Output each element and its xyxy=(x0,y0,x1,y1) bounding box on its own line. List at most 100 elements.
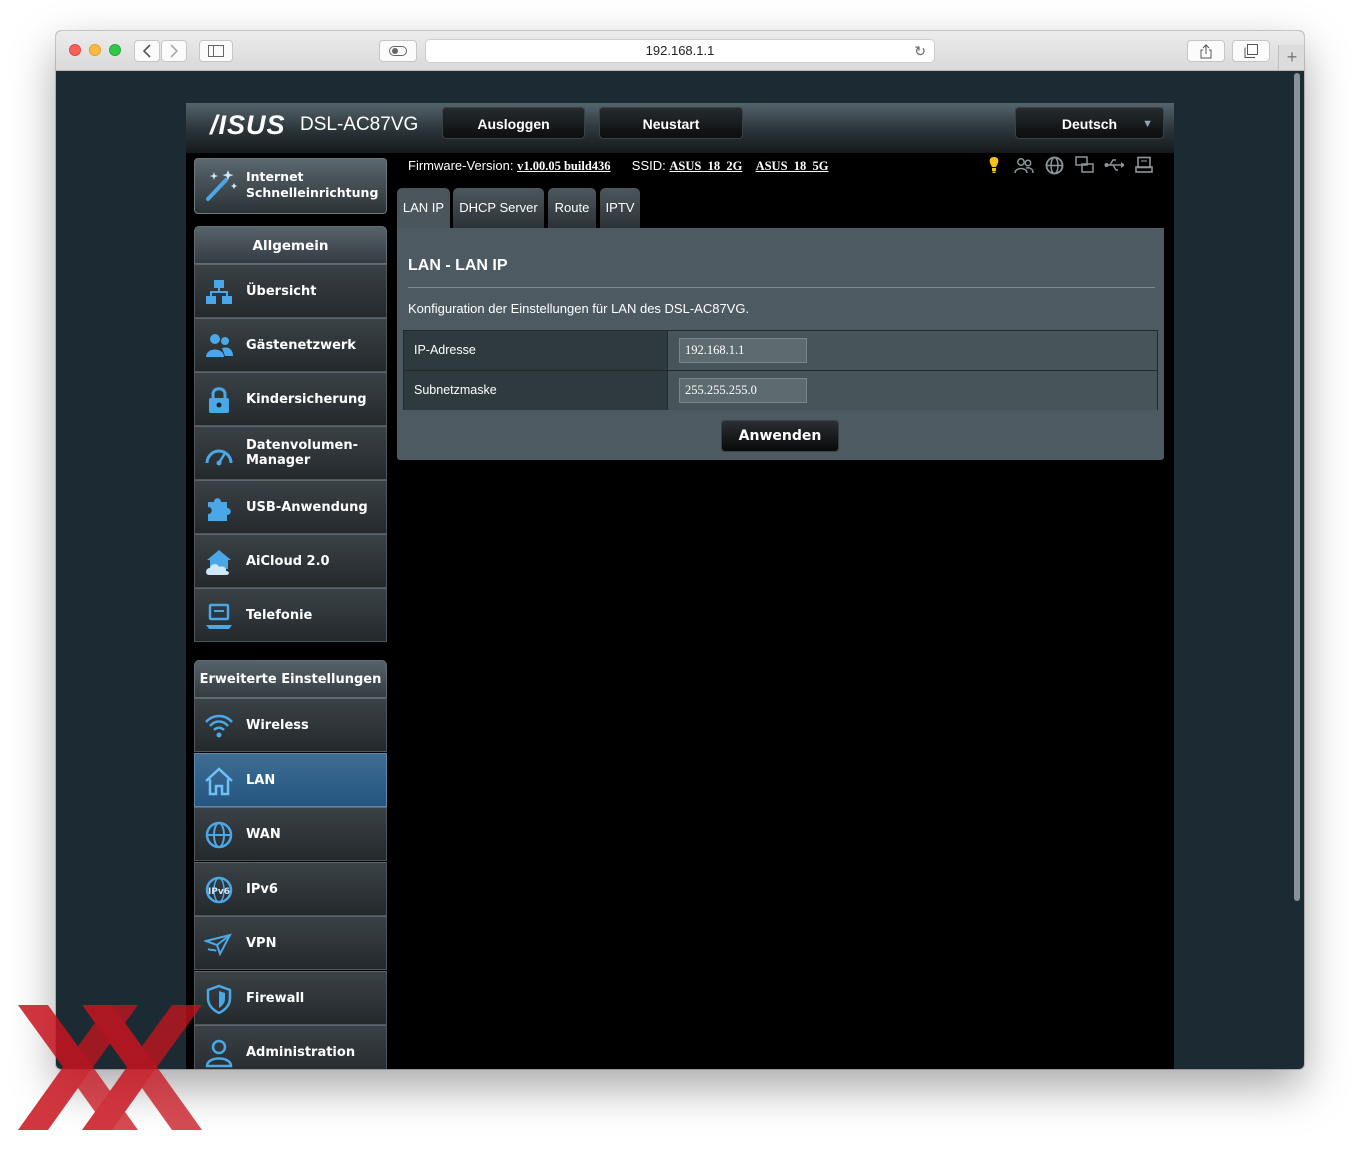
sidebar-item-label: Gästenetzwerk xyxy=(246,337,356,353)
sidebar-item-usb-application[interactable]: USB-Anwendung xyxy=(194,480,387,534)
firmware-link[interactable]: v1.00.05 build436 xyxy=(517,159,610,173)
router-page: /ISUS DSL-AC87VG Ausloggen Neustart Deut… xyxy=(186,103,1174,1069)
table-row: Subnetzmaske 255.255.255.0 xyxy=(404,371,1157,410)
browser-toolbar: 192.168.1.1 ↻ + xyxy=(56,31,1304,71)
vertical-scrollbar[interactable] xyxy=(1294,73,1300,901)
quick-internet-setup-button[interactable]: Internet Schnelleinrichtung xyxy=(194,158,387,214)
table-row: IP-Adresse 192.168.1.1 xyxy=(404,331,1157,371)
quick-setup-label-line2: Schnelleinrichtung xyxy=(246,185,379,200)
printer-icon[interactable] xyxy=(1134,155,1154,175)
gauge-icon xyxy=(205,449,233,466)
sidebar-item-label: VPN xyxy=(246,935,277,951)
sidebar-toggle-button[interactable] xyxy=(199,40,233,62)
sidebar-item-administration[interactable]: Administration xyxy=(194,1025,387,1069)
sidebar-item-telephony[interactable]: Telefonie xyxy=(194,588,387,642)
clients-icon[interactable] xyxy=(1014,155,1034,175)
back-button[interactable] xyxy=(134,40,160,62)
sidebar-item-lan[interactable]: LAN xyxy=(194,753,387,807)
tab-lan-ip[interactable]: LAN IP xyxy=(397,188,450,228)
ssid-5g-link[interactable]: ASUS_18_5G xyxy=(756,159,829,173)
quick-setup-label-line1: Internet xyxy=(246,169,304,184)
sidebar-item-wireless[interactable]: Wireless xyxy=(194,698,387,752)
ip-address-cell: 192.168.1.1 xyxy=(668,331,1157,370)
url-text: 192.168.1.1 xyxy=(645,43,715,58)
sidebar-item-label: IPv6 xyxy=(246,881,278,897)
status-icons xyxy=(984,155,1154,175)
sidebar-item-label: Übersicht xyxy=(246,283,317,299)
lamp-icon[interactable] xyxy=(984,155,1004,175)
svg-text:IPv6: IPv6 xyxy=(208,887,230,897)
ip-address-input[interactable]: 192.168.1.1 xyxy=(679,338,807,363)
apply-button[interactable]: Anwenden xyxy=(721,420,839,452)
lock-icon xyxy=(209,387,229,413)
subnet-mask-cell: 255.255.255.0 xyxy=(668,371,1157,410)
settings-table: IP-Adresse 192.168.1.1 Subnetzmaske 255.… xyxy=(403,330,1158,410)
toggle-icon xyxy=(389,46,407,56)
asus-logo: /ISUS xyxy=(210,110,286,140)
vpn-icon xyxy=(204,933,232,957)
model-name: DSL-AC87VG xyxy=(300,114,419,135)
advanced-section-header: Erweiterte Einstellungen xyxy=(194,660,387,698)
chevron-right-icon xyxy=(170,44,179,58)
ip-address-label: IP-Adresse xyxy=(404,331,668,370)
share-icon xyxy=(1200,43,1212,58)
tabs-overview-button[interactable] xyxy=(1232,40,1270,62)
subnet-mask-input[interactable]: 255.255.255.0 xyxy=(679,378,807,403)
sidebar-item-label: Telefonie xyxy=(246,607,313,623)
logout-button[interactable]: Ausloggen xyxy=(442,107,585,139)
usb-icon[interactable] xyxy=(1104,155,1124,175)
zoom-window-button[interactable] xyxy=(109,44,121,56)
sidebar-icon xyxy=(208,45,224,57)
shield-icon xyxy=(206,984,232,1014)
sidebar-item-overview[interactable]: Übersicht xyxy=(194,264,387,318)
sidebar-item-label: Wireless xyxy=(246,717,309,733)
info-bar: Firmware-Version: v1.00.05 build436 SSID… xyxy=(408,158,829,174)
tab-iptv[interactable]: IPTV xyxy=(600,188,640,228)
minimize-window-button[interactable] xyxy=(89,44,101,56)
tab-route[interactable]: Route xyxy=(548,188,596,228)
address-bar[interactable]: 192.168.1.1 ↻ xyxy=(425,39,935,63)
reload-icon[interactable]: ↻ xyxy=(914,43,926,59)
tab-dhcp-server[interactable]: DHCP Server xyxy=(453,188,544,228)
puzzle-icon xyxy=(208,498,231,521)
traffic-manager-line2: Manager xyxy=(246,453,311,468)
sidebar-item-guest-network[interactable]: Gästenetzwerk xyxy=(194,318,387,372)
sidebar-item-label: LAN xyxy=(246,772,276,788)
wifi-icon xyxy=(205,714,233,738)
internet-globe-icon[interactable] xyxy=(1044,155,1064,175)
sidebar-item-aicloud[interactable]: AiCloud 2.0 xyxy=(194,534,387,588)
network-map-icon[interactable] xyxy=(1074,155,1094,175)
share-button[interactable] xyxy=(1187,40,1225,62)
page-description: Konfiguration der Einstellungen für LAN … xyxy=(408,301,750,316)
sidebar-item-wan[interactable]: WAN xyxy=(194,807,387,861)
sidebar-item-traffic-manager[interactable]: Datenvolumen- Manager xyxy=(194,426,387,480)
ssid-2g-link[interactable]: ASUS_18_2G xyxy=(669,159,742,173)
cloud-icon xyxy=(206,550,231,575)
user-icon xyxy=(205,1039,233,1068)
subnet-mask-label: Subnetzmaske xyxy=(404,371,668,410)
sidebar-item-label: Firewall xyxy=(246,990,305,1006)
magic-wand-icon xyxy=(206,170,237,201)
reboot-button[interactable]: Neustart xyxy=(599,107,743,139)
sidebar-item-firewall[interactable]: Firewall xyxy=(194,971,387,1025)
language-select[interactable]: Deutsch ▼ xyxy=(1015,107,1164,139)
reader-toggle-button[interactable] xyxy=(379,40,417,62)
sidebar-item-parental-control[interactable]: Kindersicherung xyxy=(194,372,387,426)
firmware-label: Firmware-Version: xyxy=(408,158,514,173)
globe-icon xyxy=(205,821,233,849)
sidebar-item-vpn[interactable]: VPN xyxy=(194,916,387,970)
content-panel: LAN - LAN IP Konfiguration der Einstellu… xyxy=(397,228,1164,460)
close-window-button[interactable] xyxy=(69,44,81,56)
sidebar-item-label: Datenvolumen- Manager xyxy=(246,427,358,479)
general-section-header: Allgemein xyxy=(194,226,387,264)
language-value: Deutsch xyxy=(1061,116,1118,132)
telephony-icon xyxy=(206,603,232,629)
ssid-label: SSID: xyxy=(631,158,666,173)
sidebar-item-label: Administration xyxy=(246,1044,356,1060)
home-icon xyxy=(205,767,233,796)
network-map-icon xyxy=(206,280,232,304)
sidebar-item-ipv6[interactable]: IPv6 IPv6 xyxy=(194,862,387,916)
forward-button[interactable] xyxy=(161,40,187,62)
quick-setup-label: Internet Schnelleinrichtung xyxy=(246,169,378,201)
new-tab-button[interactable]: + xyxy=(1278,45,1304,70)
